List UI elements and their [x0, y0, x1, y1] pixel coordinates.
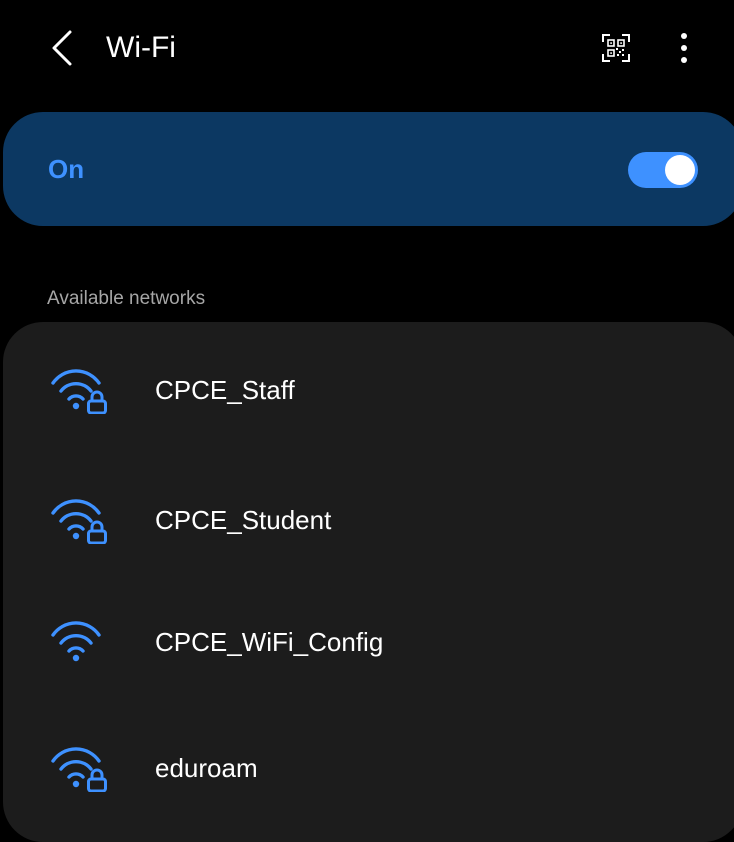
list-item-network[interactable]: eduroam	[3, 706, 734, 824]
more-vertical-icon	[681, 33, 687, 63]
network-list: CPCE_Staff CPCE_Student CPCE_WiFi_Config	[3, 322, 734, 842]
more-options-button[interactable]	[660, 22, 708, 74]
wifi-toggle-card[interactable]: On	[3, 112, 734, 226]
network-name: eduroam	[155, 753, 258, 783]
network-name: CPCE_WiFi_Config	[155, 627, 384, 657]
back-button[interactable]	[36, 22, 88, 74]
list-item-network[interactable]: CPCE_Staff	[3, 328, 734, 446]
wifi-lock-icon	[51, 369, 107, 414]
wifi-icon	[51, 621, 101, 662]
qr-code-icon	[602, 34, 630, 62]
wifi-toggle-switch[interactable]	[628, 152, 698, 188]
app-bar: Wi-Fi	[0, 0, 734, 100]
wifi-lock-icon	[51, 747, 107, 792]
wifi-lock-icon	[51, 499, 107, 544]
page-title: Wi-Fi	[106, 31, 176, 64]
chevron-left-icon	[52, 30, 72, 66]
switch-knob	[665, 155, 695, 185]
available-networks-header: Available networks	[47, 288, 206, 309]
list-item-network[interactable]: CPCE_WiFi_Config	[3, 580, 734, 698]
network-name: CPCE_Student	[155, 505, 332, 535]
list-item-network[interactable]: CPCE_Student	[3, 458, 734, 576]
qr-code-button[interactable]	[590, 22, 642, 74]
wifi-toggle-label: On	[48, 154, 85, 184]
network-name: CPCE_Staff	[155, 375, 295, 405]
